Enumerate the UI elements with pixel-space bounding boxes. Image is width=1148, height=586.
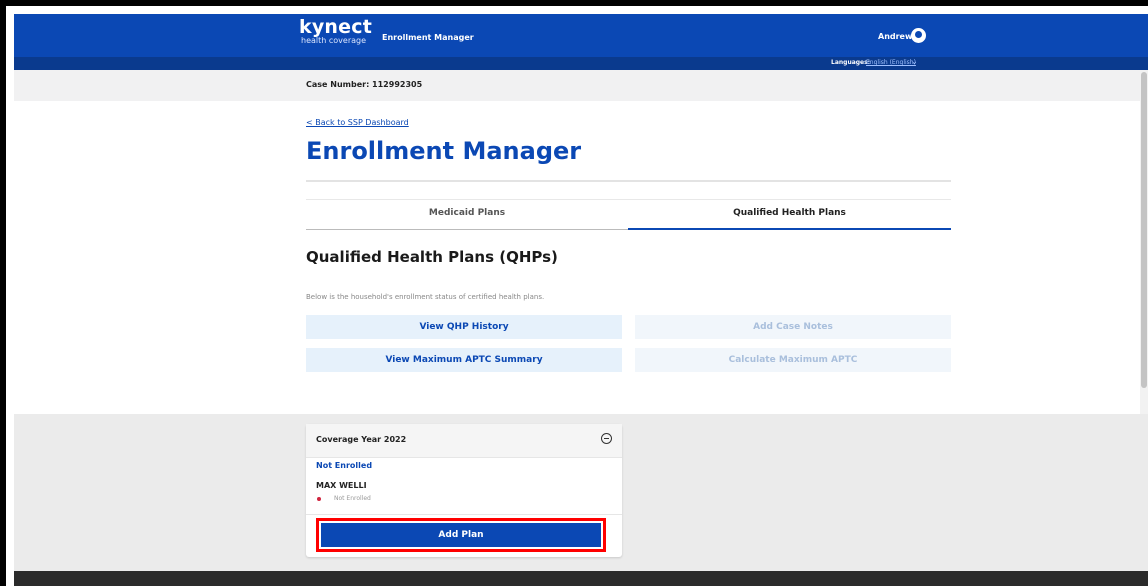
coverage-year-title: Coverage Year 2022 bbox=[316, 435, 407, 444]
collapse-icon[interactable] bbox=[601, 433, 612, 444]
tab-qualified-health-plans[interactable]: Qualified Health Plans bbox=[628, 200, 951, 230]
user-avatar-icon[interactable] bbox=[911, 28, 926, 43]
status-dot-icon bbox=[317, 497, 321, 501]
add-plan-button[interactable]: Add Plan bbox=[321, 523, 601, 547]
footer-bar bbox=[14, 571, 1148, 586]
member-name: MAX WELLI bbox=[316, 481, 367, 490]
section-title: Qualified Health Plans (QHPs) bbox=[306, 248, 558, 266]
coverage-card-header[interactable]: Coverage Year 2022 bbox=[306, 424, 622, 458]
view-qhp-history-button[interactable]: View QHP History bbox=[306, 315, 622, 339]
logo-subtext: health coverage bbox=[301, 36, 367, 45]
user-name[interactable]: Andrew bbox=[878, 32, 912, 41]
title-divider bbox=[306, 180, 951, 182]
case-number: Case Number: 112992305 bbox=[306, 80, 423, 89]
scrollbar-thumb[interactable] bbox=[1141, 72, 1147, 388]
language-label: Languages: bbox=[831, 59, 871, 66]
case-bar bbox=[14, 70, 1148, 101]
top-header bbox=[14, 14, 1148, 57]
card-divider bbox=[306, 514, 622, 515]
member-status: Not Enrolled bbox=[334, 495, 371, 502]
plan-tabs: Medicaid Plans Qualified Health Plans bbox=[306, 199, 951, 230]
tab-medicaid-plans[interactable]: Medicaid Plans bbox=[306, 200, 628, 230]
back-to-dashboard-link[interactable]: < Back to SSP Dashboard bbox=[306, 118, 409, 127]
coverage-year-card: Coverage Year 2022 Not Enrolled MAX WELL… bbox=[306, 424, 622, 557]
add-case-notes-button[interactable]: Add Case Notes bbox=[635, 315, 951, 339]
logo-text: kynect bbox=[299, 16, 372, 38]
app-name: Enrollment Manager bbox=[382, 33, 474, 42]
language-select[interactable]: English (English) bbox=[866, 59, 916, 66]
page-title: Enrollment Manager bbox=[306, 137, 582, 165]
calculate-maximum-aptc-button[interactable]: Calculate Maximum APTC bbox=[635, 348, 951, 372]
section-description: Below is the household's enrollment stat… bbox=[306, 293, 545, 301]
browser-viewport: kynect health coverage Enrollment Manage… bbox=[0, 0, 1148, 586]
language-bar: Languages: English (English) ⌄ bbox=[14, 57, 1148, 70]
kynect-logo[interactable]: kynect health coverage bbox=[299, 16, 372, 46]
chevron-down-icon[interactable]: ⌄ bbox=[911, 57, 918, 66]
enrollment-status: Not Enrolled bbox=[316, 461, 373, 470]
view-maximum-aptc-summary-button[interactable]: View Maximum APTC Summary bbox=[306, 348, 622, 372]
